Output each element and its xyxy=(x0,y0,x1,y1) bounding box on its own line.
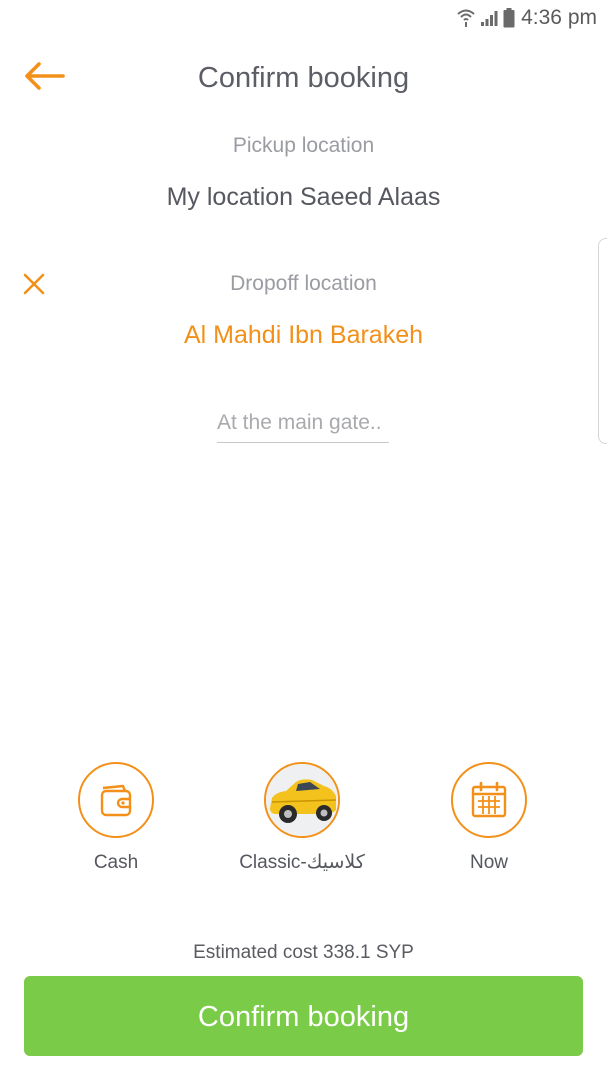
status-time: 4:36 pm xyxy=(521,6,597,29)
car-type-option[interactable]: Classic-كلاسيك xyxy=(227,762,377,876)
dropoff-caption: Dropoff location xyxy=(230,272,377,295)
status-bar: 4:36 pm xyxy=(0,0,607,36)
time-option-label: Now xyxy=(469,852,508,873)
payment-option[interactable]: Cash xyxy=(41,762,191,876)
payment-option-label: Cash xyxy=(93,852,139,873)
taxi-car-icon xyxy=(266,764,338,836)
side-panel-handle[interactable] xyxy=(598,238,607,444)
time-option[interactable]: Now xyxy=(414,762,564,876)
signal-icon xyxy=(481,11,498,26)
car-type-option-label: Classic-كلاسيك xyxy=(239,852,365,873)
car-type-option-circle[interactable] xyxy=(264,762,340,838)
time-option-circle[interactable] xyxy=(451,762,527,838)
wifi-icon xyxy=(457,9,475,27)
wallet-icon xyxy=(100,784,132,817)
page-title: Confirm booking xyxy=(197,62,410,94)
battery-icon xyxy=(503,8,515,28)
pickup-caption: Pickup location xyxy=(232,134,375,157)
payment-option-circle[interactable] xyxy=(78,762,154,838)
estimated-cost: Estimated cost 338.1 SYP xyxy=(193,942,414,963)
calendar-icon xyxy=(471,781,507,818)
pickup-note-input[interactable] xyxy=(217,404,389,443)
pickup-location[interactable]: My location Saeed Alaas xyxy=(0,180,607,214)
dropoff-location[interactable]: Al Mahdi Ibn Barakeh xyxy=(0,318,607,352)
status-icons xyxy=(457,6,515,30)
confirm-booking-button[interactable]: Confirm booking xyxy=(24,976,583,1056)
